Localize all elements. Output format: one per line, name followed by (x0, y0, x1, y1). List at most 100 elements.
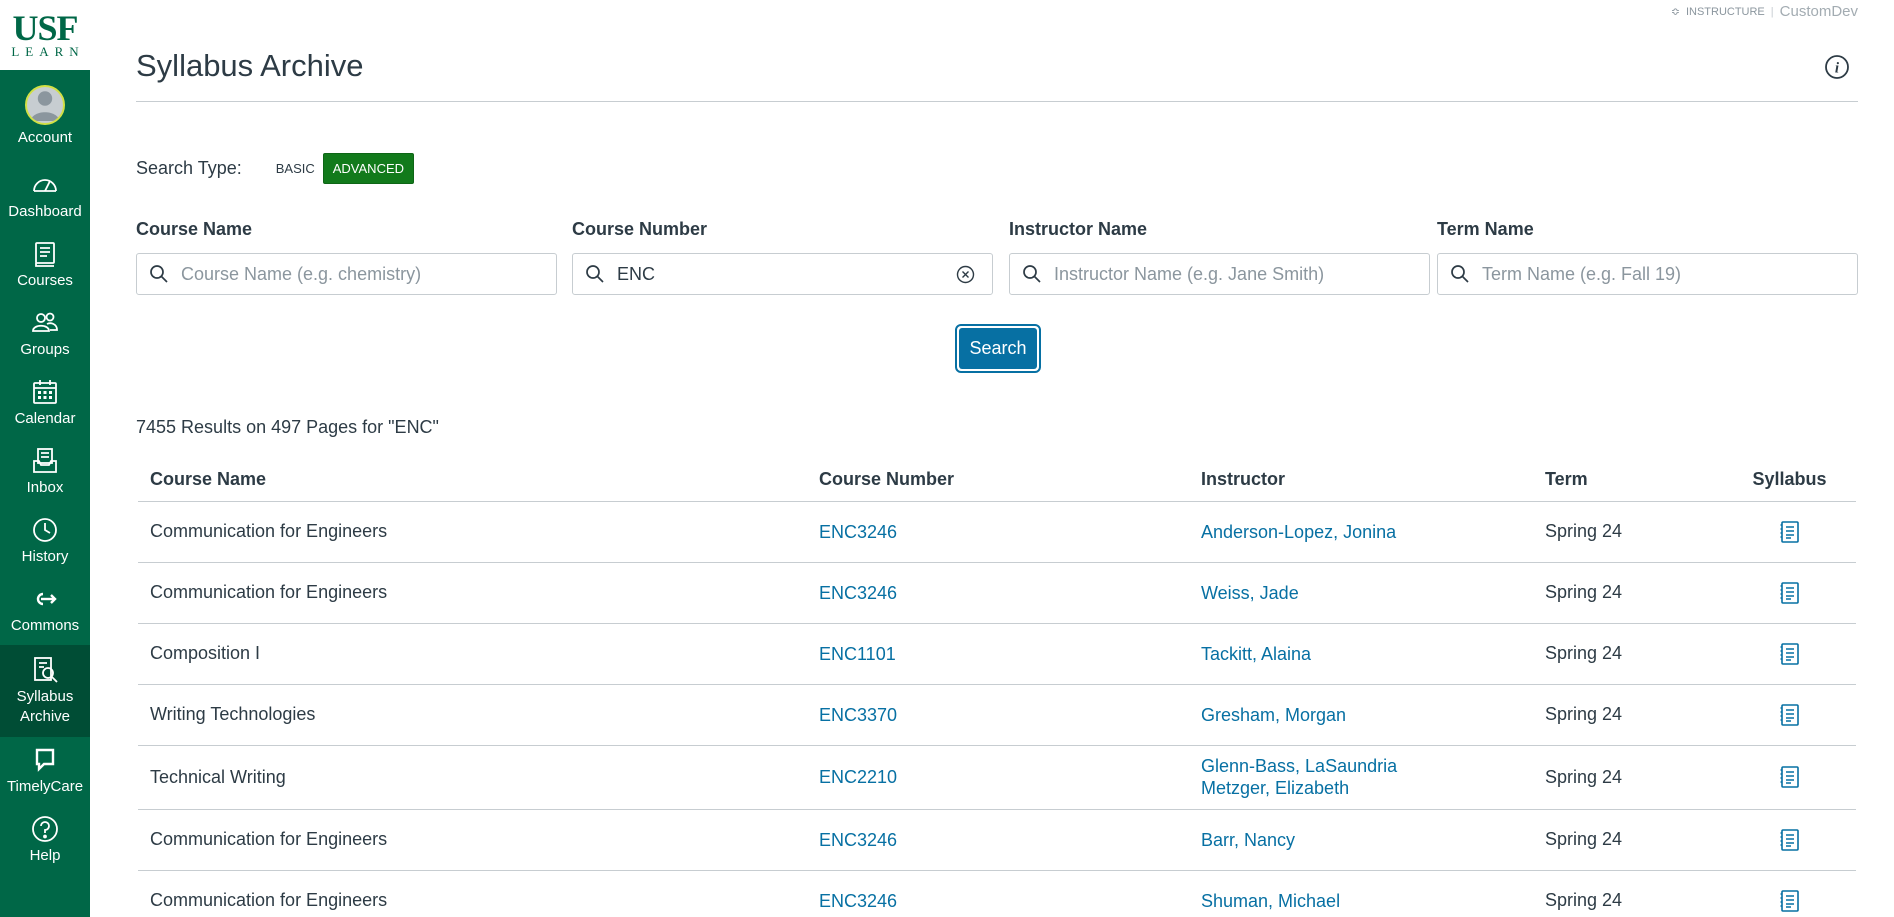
course-name-input-box[interactable] (136, 253, 557, 295)
nav-label-courses: Courses (17, 272, 73, 289)
cell-course-number: ENC2210 (807, 745, 1189, 810)
nav-label-dashboard: Dashboard (8, 203, 82, 220)
cell-syllabus[interactable] (1723, 501, 1856, 563)
nav-item-timelycare[interactable]: TimelyCare (0, 737, 90, 806)
search-button[interactable]: Search (955, 324, 1041, 373)
instructor-link[interactable]: Barr, Nancy (1201, 829, 1521, 851)
nav-label-commons: Commons (10, 617, 80, 634)
cell-instructor: Shuman, Michael (1189, 870, 1533, 917)
course-number-field: Course Number (572, 219, 993, 295)
course-number-link[interactable]: ENC3246 (819, 829, 1177, 851)
nav-item-inbox[interactable]: Inbox (0, 438, 90, 507)
course-number-link[interactable]: ENC3246 (819, 890, 1177, 912)
syllabus-document-icon (1780, 766, 1799, 788)
instructor-name-input[interactable] (1054, 263, 1384, 285)
cell-course-number: ENC3370 (807, 684, 1189, 746)
instructor-link[interactable]: Glenn-Bass, LaSaundria (1201, 755, 1521, 777)
results-table: Course Name Course Number Instructor Ter… (138, 459, 1856, 917)
instructor-link[interactable]: Metzger, Elizabeth (1201, 777, 1521, 799)
cell-syllabus[interactable] (1723, 745, 1856, 810)
nav-label-timelycare: TimelyCare (6, 778, 84, 795)
search-type-label: Search Type: (136, 158, 242, 178)
term-name-input-box[interactable] (1437, 253, 1858, 295)
search-type-advanced-button[interactable]: ADVANCED (322, 153, 415, 184)
course-number-input[interactable] (617, 263, 947, 285)
cell-course-number: ENC1101 (807, 623, 1189, 685)
syllabus-archive-icon (34, 656, 58, 683)
syllabus-link[interactable] (1735, 702, 1844, 726)
page-title: Syllabus Archive (136, 48, 364, 83)
nav-item-groups[interactable]: Groups (0, 300, 90, 369)
nav-item-calendar[interactable]: Calendar (0, 369, 90, 438)
course-number-link[interactable]: ENC1101 (819, 643, 1177, 665)
search-icon (1023, 265, 1041, 283)
help-icon (32, 816, 58, 842)
cell-term: Spring 24 (1533, 623, 1723, 685)
cell-course-number: ENC3246 (807, 809, 1189, 871)
cell-term: Spring 24 (1533, 809, 1723, 871)
search-type-toggle: Search Type: BASIC ADVANCED (136, 153, 415, 184)
instructor-link[interactable]: Anderson-Lopez, Jonina (1201, 521, 1521, 543)
cell-instructor: Glenn-Bass, LaSaundria Metzger, Elizabeth (1189, 745, 1533, 810)
logo-usf-text: USF (12, 8, 78, 48)
syllabus-link[interactable] (1735, 519, 1844, 543)
search-icon (586, 265, 604, 283)
courses-icon (35, 242, 55, 267)
usf-learn-logo[interactable]: USF LEARN (0, 0, 90, 70)
search-icon (1451, 265, 1469, 283)
term-name-label: Term Name (1437, 219, 1534, 239)
instructor-link[interactable]: Shuman, Michael (1201, 890, 1521, 912)
nav-item-commons[interactable]: Commons (0, 576, 90, 645)
course-name-input[interactable] (181, 263, 511, 285)
search-icon (150, 265, 168, 283)
cell-instructor: Weiss, Jade (1189, 562, 1533, 624)
nav-item-help[interactable]: Help (0, 806, 90, 875)
nav-item-syllabus-archive[interactable]: Syllabus Archive (0, 645, 90, 737)
cell-syllabus[interactable] (1723, 562, 1856, 624)
info-icon[interactable]: i (1824, 54, 1850, 80)
term-name-input[interactable] (1482, 263, 1812, 285)
nav-item-history[interactable]: History (0, 507, 90, 576)
course-number-link[interactable]: ENC3246 (819, 521, 1177, 543)
instructor-name-input-box[interactable] (1009, 253, 1430, 295)
nav-label-history: History (21, 548, 69, 565)
instructor-link[interactable]: Gresham, Morgan (1201, 704, 1521, 726)
course-number-link[interactable]: ENC2210 (819, 766, 1177, 788)
nav-item-dashboard[interactable]: Dashboard (0, 162, 90, 231)
instructor-name-field: Instructor Name (1009, 219, 1430, 295)
syllabus-link[interactable] (1735, 888, 1844, 912)
clear-input-icon[interactable] (956, 265, 975, 284)
syllabus-link[interactable] (1735, 827, 1844, 851)
syllabus-link[interactable] (1735, 641, 1844, 665)
syllabus-link[interactable] (1735, 580, 1844, 604)
cell-instructor: Tackitt, Alaina (1189, 623, 1533, 685)
syllabus-document-icon (1780, 828, 1799, 851)
timelycare-icon (35, 748, 55, 772)
nav-item-courses[interactable]: Courses (0, 231, 90, 300)
logo-learn-text: LEARN (11, 44, 85, 59)
nav-label-account: Account (17, 128, 73, 146)
cell-term: Spring 24 (1533, 745, 1723, 810)
cell-syllabus[interactable] (1723, 809, 1856, 871)
commons-icon (36, 592, 57, 606)
search-button-label: Search (959, 328, 1037, 369)
cell-course-name: Technical Writing (138, 745, 807, 810)
syllabus-document-icon (1780, 642, 1799, 665)
course-number-link[interactable]: ENC3246 (819, 582, 1177, 604)
cell-syllabus[interactable] (1723, 623, 1856, 685)
global-nav-sidebar: USF LEARN Account Dashboard Courses Grou… (0, 0, 90, 917)
cell-course-number: ENC3246 (807, 562, 1189, 624)
cell-syllabus[interactable] (1723, 684, 1856, 746)
syllabus-link[interactable] (1735, 765, 1844, 789)
instructor-link[interactable]: Tackitt, Alaina (1201, 643, 1521, 665)
nav-item-account[interactable]: Account (0, 70, 90, 162)
course-number-input-box[interactable] (572, 253, 993, 295)
instructor-link[interactable]: Weiss, Jade (1201, 582, 1521, 604)
cell-syllabus[interactable] (1723, 870, 1856, 917)
course-number-link[interactable]: ENC3370 (819, 704, 1177, 726)
brand-customdev: CustomDev (1779, 3, 1858, 20)
brand-instructure: INSTRUCTURE (1685, 5, 1765, 18)
search-type-basic-button[interactable]: BASIC (276, 161, 315, 176)
cell-course-name: Communication for Engineers (138, 809, 807, 871)
syllabus-document-icon (1780, 703, 1799, 726)
